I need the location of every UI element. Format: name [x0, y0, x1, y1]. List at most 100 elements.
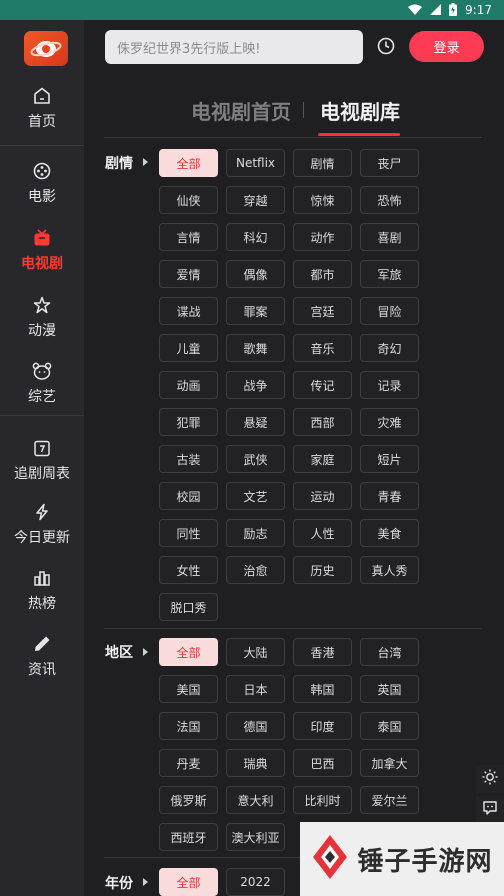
year-filter-chip[interactable]: 2022 — [226, 868, 285, 896]
genre-filter-chip[interactable]: 运动 — [293, 482, 352, 510]
genre-filter-chip[interactable]: 悬疑 — [226, 408, 285, 436]
genre-filter-chip[interactable]: 恐怖 — [360, 186, 419, 214]
bear-icon — [32, 361, 52, 381]
sidebar-item-news[interactable]: 资讯 — [0, 634, 84, 679]
genre-filter-chip[interactable]: 奇幻 — [360, 334, 419, 362]
region-filter-chip[interactable]: 意大利 — [226, 786, 285, 814]
genre-filter-chip[interactable]: 家庭 — [293, 445, 352, 473]
region-filter-grid: 全部 大陆 香港 台湾美国 日本 韩国 英国法国 德国 印度 泰国丹麦 瑞典 巴西 加拿大俄罗斯 意大利比… — [159, 638, 419, 851]
genre-filter-chip[interactable]: 歌舞 — [226, 334, 285, 362]
sidebar-item-label: 今日更新 — [14, 530, 70, 546]
genre-filter-chip[interactable]: 同性 — [159, 519, 218, 547]
genre-filter-chip[interactable]: 军旅 — [360, 260, 419, 288]
region-filter-chip[interactable]: 泰国 — [360, 712, 419, 740]
genre-filter-chip[interactable]: 美食 — [360, 519, 419, 547]
app-logo[interactable] — [24, 31, 68, 66]
genre-filter-chip[interactable]: 言情 — [159, 223, 218, 251]
genre-filter-chip[interactable]: 宫廷 — [293, 297, 352, 325]
region-filter-chip[interactable]: 台湾 — [360, 638, 419, 666]
region-filter-chip[interactable]: 韩国 — [293, 675, 352, 703]
region-filter-chip[interactable]: 美国 — [159, 675, 218, 703]
filter-label-year: 年份 — [105, 876, 133, 892]
genre-filter-chip[interactable]: 都市 — [293, 260, 352, 288]
region-filter-chip[interactable]: 丹麦 — [159, 749, 218, 777]
genre-filter-chip[interactable]: 动作 — [293, 223, 352, 251]
genre-filter-chip[interactable]: 全部 — [159, 149, 218, 177]
region-filter-chip[interactable]: 印度 — [293, 712, 352, 740]
genre-filter-chip[interactable]: Netflix — [226, 149, 285, 177]
genre-filter-chip[interactable]: 武侠 — [226, 445, 285, 473]
tab-tv-home[interactable]: 电视剧首页 — [191, 96, 291, 125]
genre-filter-chip[interactable]: 惊悚 — [293, 186, 352, 214]
sidebar-item-weekly-schedule[interactable]: 追剧周表 — [0, 438, 84, 483]
brightness-button[interactable] — [476, 765, 504, 793]
genre-filter-chip[interactable]: 爱情 — [159, 260, 218, 288]
genre-filter-chip[interactable]: 真人秀 — [360, 556, 419, 584]
genre-filter-chip[interactable]: 脱口秀 — [159, 593, 218, 621]
region-filter-chip[interactable]: 瑞典 — [226, 749, 285, 777]
genre-filter-chip[interactable]: 喜剧 — [360, 223, 419, 251]
genre-filter-chip[interactable]: 穿越 — [226, 186, 285, 214]
region-filter-chip[interactable]: 巴西 — [293, 749, 352, 777]
genre-filter-chip[interactable]: 战争 — [226, 371, 285, 399]
genre-filter-chip[interactable]: 丧尸 — [360, 149, 419, 177]
genre-filter-chip[interactable]: 音乐 — [293, 334, 352, 362]
tv-icon — [32, 228, 52, 248]
genre-filter-chip[interactable]: 科幻 — [226, 223, 285, 251]
region-filter-chip[interactable]: 大陆 — [226, 638, 285, 666]
genre-filter-chip[interactable]: 青春 — [360, 482, 419, 510]
genre-filter-chip[interactable]: 文艺 — [226, 482, 285, 510]
chat-bubble-icon — [482, 800, 498, 820]
genre-filter-chip[interactable]: 犯罪 — [159, 408, 218, 436]
genre-filter-chip[interactable]: 动画 — [159, 371, 218, 399]
genre-filter-chip[interactable]: 励志 — [226, 519, 285, 547]
genre-filter-chip[interactable]: 记录 — [360, 371, 419, 399]
genre-filter-chip[interactable]: 罪案 — [226, 297, 285, 325]
search-input[interactable]: 侏罗纪世界3先行版上映! — [105, 30, 363, 64]
region-filter-chip[interactable]: 德国 — [226, 712, 285, 740]
genre-filter-chip[interactable]: 西部 — [293, 408, 352, 436]
tab-divider — [303, 102, 304, 118]
history-clock-icon[interactable] — [376, 36, 396, 56]
region-filter-chip[interactable]: 香港 — [293, 638, 352, 666]
sidebar-item-movie[interactable]: 电影 — [0, 161, 84, 206]
sidebar-item-hot-list[interactable]: 热榜 — [0, 568, 84, 613]
signal-icon — [430, 3, 442, 17]
region-filter-chip[interactable]: 澳大利亚 — [226, 823, 285, 851]
genre-filter-chip[interactable]: 谍战 — [159, 297, 218, 325]
genre-filter-chip[interactable]: 短片 — [360, 445, 419, 473]
genre-filter-chip[interactable]: 剧情 — [293, 149, 352, 177]
search-placeholder: 侏罗纪世界3先行版上映! — [117, 41, 261, 57]
region-filter-chip[interactable]: 比利时 — [293, 786, 352, 814]
genre-filter-chip[interactable]: 灾难 — [360, 408, 419, 436]
genre-filter-chip[interactable]: 仙侠 — [159, 186, 218, 214]
region-filter-chip[interactable]: 加拿大 — [360, 749, 419, 777]
region-filter-chip[interactable]: 法国 — [159, 712, 218, 740]
genre-filter-chip[interactable]: 古装 — [159, 445, 218, 473]
genre-filter-chip[interactable]: 儿童 — [159, 334, 218, 362]
sun-icon — [482, 769, 498, 789]
login-button[interactable]: 登录 — [409, 31, 484, 62]
sidebar-item-today-updates[interactable]: 今日更新 — [0, 502, 84, 547]
region-filter-chip[interactable]: 爱尔兰 — [360, 786, 419, 814]
sidebar-item-variety[interactable]: 综艺 — [0, 361, 84, 406]
region-filter-chip[interactable]: 全部 — [159, 638, 218, 666]
genre-filter-chip[interactable]: 历史 — [293, 556, 352, 584]
region-filter-chip[interactable]: 俄罗斯 — [159, 786, 218, 814]
genre-filter-chip[interactable]: 偶像 — [226, 260, 285, 288]
region-filter-chip[interactable]: 英国 — [360, 675, 419, 703]
genre-filter-chip[interactable]: 治愈 — [226, 556, 285, 584]
sidebar-item-tv[interactable]: 电视剧 — [0, 228, 84, 273]
sidebar-item-anime[interactable]: 动漫 — [0, 295, 84, 340]
genre-filter-chip[interactable]: 传记 — [293, 371, 352, 399]
sidebar-item-home[interactable]: 首页 — [0, 86, 84, 131]
tab-tv-library[interactable]: 电视剧库 — [320, 96, 400, 125]
year-filter-chip[interactable]: 全部 — [159, 868, 218, 896]
feedback-button[interactable] — [476, 796, 504, 824]
genre-filter-chip[interactable]: 校园 — [159, 482, 218, 510]
genre-filter-chip[interactable]: 人性 — [293, 519, 352, 547]
genre-filter-chip[interactable]: 冒险 — [360, 297, 419, 325]
region-filter-chip[interactable]: 日本 — [226, 675, 285, 703]
region-filter-chip[interactable]: 西班牙 — [159, 823, 218, 851]
genre-filter-chip[interactable]: 女性 — [159, 556, 218, 584]
